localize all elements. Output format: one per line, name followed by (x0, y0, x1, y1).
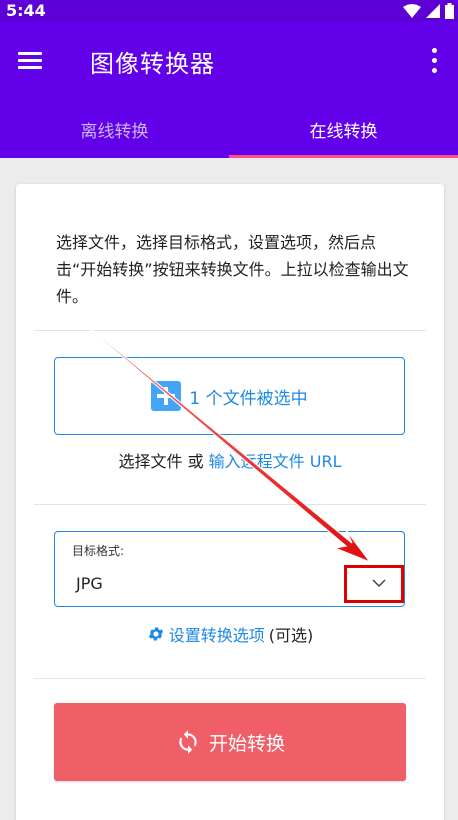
options-line: 设置转换选项 (可选) (16, 622, 444, 646)
instructions-text: 选择文件，选择目标格式，设置选项，然后点击“开始转换”按钮来转换文件。上拉以检查… (56, 233, 409, 306)
divider (34, 330, 426, 331)
chevron-down-icon[interactable] (372, 578, 386, 588)
gear-icon[interactable] (147, 625, 165, 643)
file-select-button[interactable]: 1 个文件被选中 (54, 357, 405, 435)
tab-online[interactable]: 在线转换 (229, 100, 458, 158)
options-link[interactable]: 设置转换选项 (169, 622, 265, 646)
divider (34, 678, 426, 679)
tab-offline-label: 离线转换 (80, 121, 149, 142)
status-time: 5:44 (6, 1, 46, 20)
tab-bar: 离线转换 在线转换 (0, 100, 458, 158)
battery-icon (445, 3, 454, 19)
start-button-label: 开始转换 (208, 732, 285, 755)
choose-file-text: 选择文件 或 (118, 452, 209, 471)
menu-icon[interactable] (16, 49, 44, 73)
plus-icon (151, 381, 182, 411)
divider (34, 504, 426, 505)
sync-icon (179, 730, 197, 754)
tab-online-label: 在线转换 (309, 121, 378, 142)
start-conversion-button[interactable]: 开始转换 (54, 703, 406, 781)
app-bar: 图像转换器 (0, 22, 458, 100)
file-selected-label: 1 个文件被选中 (189, 388, 308, 409)
wifi-icon (403, 4, 421, 18)
choose-file-line: 选择文件 或 输入远程文件 URL (16, 448, 444, 472)
signal-icon (426, 4, 440, 18)
tab-indicator (229, 155, 458, 158)
converter-card: 选择文件，选择目标格式，设置选项，然后点击“开始转换”按钮来转换文件。上拉以检查… (16, 184, 444, 820)
target-format-label: 目标格式: (72, 544, 125, 558)
remote-url-link[interactable]: 输入远程文件 URL (209, 452, 342, 471)
status-bar: 5:44 (0, 0, 458, 22)
status-icons (403, 2, 454, 20)
target-format-value: JPG (76, 574, 103, 593)
more-vert-icon[interactable] (422, 46, 446, 76)
app-title: 图像转换器 (90, 50, 215, 78)
target-format-select[interactable]: 目标格式: JPG (54, 531, 405, 607)
tab-offline[interactable]: 离线转换 (0, 100, 229, 158)
options-suffix: (可选) (268, 626, 314, 645)
